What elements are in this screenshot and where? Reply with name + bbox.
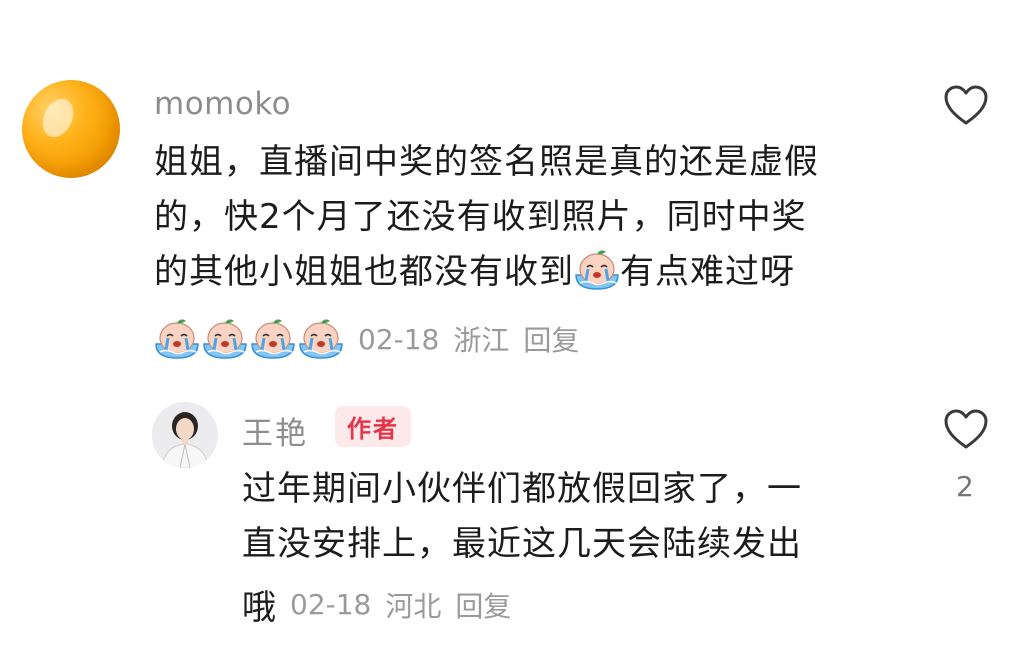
person-avatar-icon bbox=[152, 402, 218, 468]
crying-emoji-icon bbox=[298, 318, 344, 360]
comment-text: 姐姐，直播间中奖的签名照是真的还是虚假 的，快2个月了还没有收到照片，同时中奖 … bbox=[154, 135, 914, 300]
comment-line-3-tail: 有点难过呀 bbox=[620, 252, 795, 292]
crying-emoji-icon bbox=[250, 318, 296, 360]
reply-like-count: 2 bbox=[956, 470, 974, 503]
reply-line-2: 直没安排上，最近这几天会陆续发出 bbox=[242, 524, 802, 564]
avatar-shine bbox=[36, 93, 80, 143]
reply-reply-button[interactable]: 回复 bbox=[455, 585, 511, 625]
crying-emoji-icon bbox=[574, 249, 620, 291]
reply-username[interactable]: 王艳 bbox=[242, 408, 308, 453]
comment-line-3-text: 的其他小姐姐也都没有收到 bbox=[154, 252, 574, 292]
reply-meta: 哦 02-18 河北 回复 bbox=[242, 580, 511, 629]
reply-line-3: 哦 bbox=[242, 588, 276, 628]
reply-date: 02-18 bbox=[290, 588, 372, 621]
comment-username[interactable]: momoko bbox=[154, 86, 291, 122]
comment-date: 02-18 bbox=[358, 322, 440, 356]
crying-emoji-icon bbox=[202, 318, 248, 360]
comment-location: 浙江 bbox=[453, 324, 510, 357]
comment-line-1: 姐姐，直播间中奖的签名照是真的还是虚假 bbox=[154, 142, 819, 182]
comment-meta: 02-18 浙江 回复 bbox=[154, 318, 579, 360]
reply-text: 过年期间小伙伴们都放假回家了，一 直没安排上，最近这几天会陆续发出 bbox=[242, 462, 882, 572]
avatar[interactable] bbox=[22, 80, 120, 178]
comment-line-2: 的，快2个月了还没有收到照片，同时中奖 bbox=[154, 197, 807, 237]
reply-avatar[interactable] bbox=[152, 402, 218, 468]
emoji-row bbox=[154, 318, 344, 360]
reply-like-heart-icon[interactable] bbox=[943, 408, 989, 450]
reply-line-1: 过年期间小伙伴们都放假回家了，一 bbox=[242, 469, 802, 509]
comment-line-3: 的其他小姐姐也都没有收到 有点难过呀 bbox=[154, 245, 914, 300]
reply-location: 河北 bbox=[385, 589, 442, 623]
comment-reply-button[interactable]: 回复 bbox=[523, 319, 579, 359]
author-badge: 作者 bbox=[335, 406, 411, 447]
crying-emoji-icon bbox=[154, 318, 200, 360]
like-heart-icon[interactable] bbox=[943, 84, 989, 126]
